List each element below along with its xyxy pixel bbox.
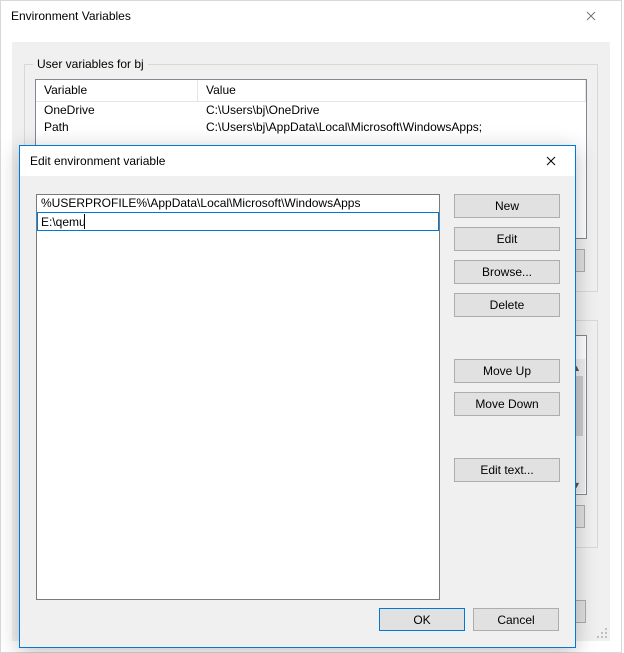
column-header-value[interactable]: Value [198, 80, 586, 101]
list-item-editing[interactable] [37, 212, 439, 231]
edit-button[interactable]: Edit [454, 227, 560, 251]
new-button[interactable]: New [454, 194, 560, 218]
edit-dialog-title: Edit environment variable [30, 154, 529, 168]
path-entries-list[interactable]: %USERPROFILE%\AppData\Local\Microsoft\Wi… [36, 194, 440, 600]
edit-text-button[interactable]: Edit text... [454, 458, 560, 482]
env-window-title: Environment Variables [11, 9, 569, 23]
close-icon[interactable] [569, 1, 613, 31]
delete-button[interactable]: Delete [454, 293, 560, 317]
browse-button[interactable]: Browse... [454, 260, 560, 284]
table-row[interactable]: OneDrive C:\Users\bj\OneDrive [36, 102, 586, 119]
cancel-button[interactable]: Cancel [473, 608, 559, 631]
column-header-variable[interactable]: Variable [36, 80, 198, 101]
user-variables-legend: User variables for bj [33, 57, 148, 71]
list-item[interactable]: %USERPROFILE%\AppData\Local\Microsoft\Wi… [37, 195, 439, 212]
path-edit-input[interactable] [37, 212, 439, 231]
table-header: Variable Value [36, 80, 586, 102]
edit-dialog-buttons: OK Cancel [379, 608, 559, 631]
edit-side-buttons: New Edit Browse... Delete Move Up Move D… [454, 194, 560, 482]
env-titlebar: Environment Variables [1, 1, 621, 31]
cell-variable: Path [36, 119, 198, 136]
resize-grip-icon[interactable] [594, 625, 608, 639]
close-icon[interactable] [529, 146, 573, 176]
text-caret [84, 214, 85, 229]
move-down-button[interactable]: Move Down [454, 392, 560, 416]
edit-environment-variable-dialog: Edit environment variable %USERPROFILE%\… [19, 145, 576, 648]
cell-value: C:\Users\bj\AppData\Local\Microsoft\Wind… [198, 119, 586, 136]
cell-variable: OneDrive [36, 102, 198, 119]
edit-body: %USERPROFILE%\AppData\Local\Microsoft\Wi… [20, 176, 575, 647]
table-row[interactable]: Path C:\Users\bj\AppData\Local\Microsoft… [36, 119, 586, 136]
move-up-button[interactable]: Move Up [454, 359, 560, 383]
user-variables-rows: OneDrive C:\Users\bj\OneDrive Path C:\Us… [36, 102, 586, 136]
edit-titlebar: Edit environment variable [20, 146, 575, 176]
ok-button[interactable]: OK [379, 608, 465, 631]
cell-value: C:\Users\bj\OneDrive [198, 102, 586, 119]
